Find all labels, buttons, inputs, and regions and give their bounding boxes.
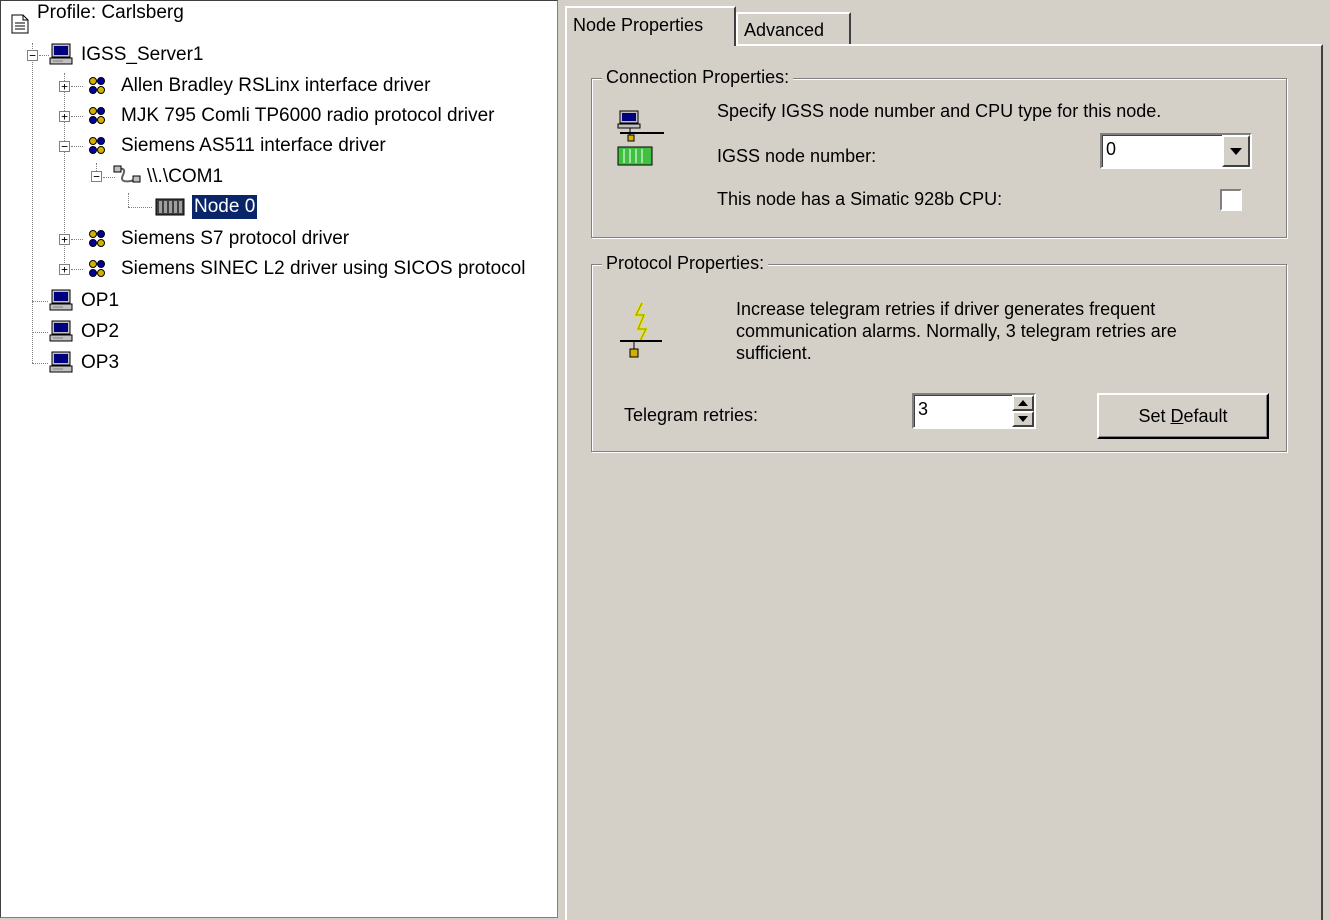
group-title: Connection Properties:: [602, 67, 794, 88]
tab-page-node-properties: Connection Properties: Specify IGSS node…: [565, 44, 1323, 920]
tree-item-label: IGSS_Server1: [81, 44, 204, 65]
tree-item-driver[interactable]: + Siemens SINEC L2 driver using SICOS pr…: [1, 255, 551, 283]
configuration-tree[interactable]: Profile: Carlsberg − IGSS_Server1 + Alle…: [0, 0, 558, 918]
node-number-value: 0: [1106, 139, 1117, 159]
collapse-icon[interactable]: −: [59, 141, 70, 152]
driver-icon: [89, 137, 105, 154]
driver-icon: [89, 260, 105, 277]
telegram-retries-spinner[interactable]: 3: [912, 393, 1036, 429]
protocol-properties-group: Protocol Properties: Increase telegram r…: [591, 253, 1287, 452]
expand-icon[interactable]: +: [59, 234, 70, 245]
cpu-label: This node has a Simatic 928b CPU:: [717, 189, 1003, 209]
tab-advanced[interactable]: Advanced: [736, 12, 851, 44]
spin-down-button[interactable]: [1012, 411, 1034, 427]
set-default-label: Set Default: [1138, 406, 1228, 426]
plc-node-icon: [155, 198, 185, 216]
driver-icon: [89, 107, 105, 124]
serial-cable-icon: [113, 165, 141, 183]
tree-item-driver[interactable]: − Siemens AS511 interface driver: [1, 132, 551, 160]
tree-item-label: Node 0: [190, 194, 259, 220]
chevron-down-icon: [1230, 148, 1242, 155]
arrow-down-icon: [1018, 416, 1028, 422]
expand-icon[interactable]: +: [59, 264, 70, 275]
tree-item-operator[interactable]: OP3: [1, 349, 551, 377]
tree-item-label: Profile: Carlsberg: [37, 2, 184, 23]
document-icon: [11, 14, 29, 34]
protocol-description-line: Increase telegram retries if driver gene…: [736, 299, 1156, 319]
node-number-label: IGSS node number:: [717, 146, 877, 166]
expand-icon[interactable]: +: [59, 81, 70, 92]
tree-item-label: Siemens S7 protocol driver: [121, 228, 350, 249]
property-sheet: Node Properties Advanced Connection Prop…: [565, 0, 1330, 920]
computer-icon: [49, 289, 73, 311]
telegram-retries-value: 3: [918, 399, 929, 419]
tree-item-label: Siemens AS511 interface driver: [121, 135, 386, 156]
computer-icon: [49, 351, 73, 373]
tree-item-label: MJK 795 Comli TP6000 radio protocol driv…: [121, 105, 495, 126]
node-number-select[interactable]: 0: [1100, 133, 1252, 169]
tree-item-label: Siemens SINEC L2 driver using SICOS prot…: [121, 258, 526, 279]
tree-item-driver[interactable]: + MJK 795 Comli TP6000 radio protocol dr…: [1, 102, 551, 130]
collapse-icon[interactable]: −: [27, 50, 38, 61]
tree-item-label: Allen Bradley RSLinx interface driver: [121, 75, 431, 96]
network-node-icon: [617, 110, 664, 166]
tree-item-label: \\.\COM1: [147, 166, 224, 187]
group-title: Protocol Properties:: [602, 253, 769, 274]
set-default-button[interactable]: Set Default: [1097, 393, 1269, 439]
computer-icon: [49, 43, 73, 65]
collapse-icon[interactable]: −: [91, 171, 102, 182]
tree-item-port[interactable]: − \\.\COM1: [1, 163, 551, 191]
spin-up-button[interactable]: [1012, 395, 1034, 411]
expand-icon[interactable]: +: [59, 111, 70, 122]
computer-icon: [49, 320, 73, 342]
tree-item-label: OP1: [81, 290, 120, 311]
tree-item-server[interactable]: − IGSS_Server1: [1, 41, 551, 69]
driver-icon: [89, 230, 105, 247]
tree-item-profile[interactable]: Profile: Carlsberg: [1, 2, 551, 38]
tab-label: Node Properties: [573, 15, 704, 35]
connection-properties-group: Connection Properties: Specify IGSS node…: [591, 67, 1287, 238]
lightning-network-icon: [620, 302, 662, 358]
tree-item-operator[interactable]: OP2: [1, 318, 551, 346]
dropdown-arrow-button[interactable]: [1222, 135, 1250, 167]
driver-icon: [89, 77, 105, 94]
tab-label: Advanced: [744, 20, 825, 40]
tree-item-driver[interactable]: + Allen Bradley RSLinx interface driver: [1, 72, 551, 100]
telegram-retries-label: Telegram retries:: [624, 405, 759, 425]
tree-item-label: OP2: [81, 321, 120, 342]
tree-item-label: OP3: [81, 352, 120, 373]
protocol-description-line: communication alarms. Normally, 3 telegr…: [736, 321, 1177, 341]
tree-item-node[interactable]: Node 0: [1, 193, 551, 221]
tree-item-driver[interactable]: + Siemens S7 protocol driver: [1, 225, 551, 253]
tab-node-properties[interactable]: Node Properties: [565, 6, 736, 46]
tree-item-operator[interactable]: OP1: [1, 287, 551, 315]
connection-description: Specify IGSS node number and CPU type fo…: [717, 101, 1162, 121]
simatic-928b-checkbox[interactable]: [1220, 189, 1242, 211]
arrow-up-icon: [1018, 400, 1028, 406]
protocol-description-line: sufficient.: [736, 343, 812, 363]
